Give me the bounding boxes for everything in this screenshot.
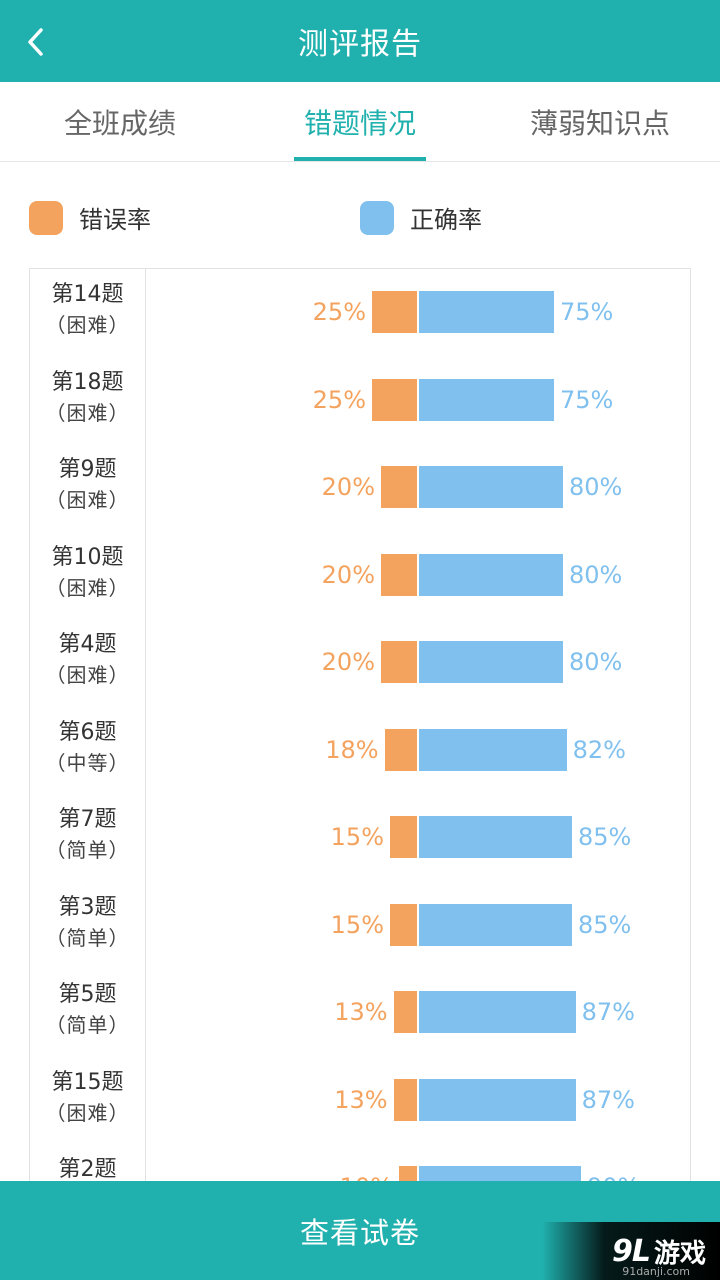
question-row: 第10题 （困难） 20% 80% bbox=[30, 532, 690, 619]
legend-label-right: 正确率 bbox=[410, 206, 482, 234]
right-rate-label: 80% bbox=[569, 648, 623, 676]
active-tab-indicator bbox=[294, 157, 426, 161]
app-screen: 测评报告 全班成绩 错题情况 薄弱知识点 错误率 正确率 第14题 （困难） 25%… bbox=[0, 0, 720, 1280]
right-rate-bar bbox=[419, 991, 576, 1033]
question-difficulty: （困难） bbox=[45, 1100, 130, 1125]
question-difficulty: （困难） bbox=[45, 663, 130, 687]
back-button[interactable] bbox=[14, 20, 58, 64]
right-rate-bar bbox=[419, 291, 554, 333]
right-rate-bar bbox=[419, 728, 567, 771]
question-row: 第14题 （困难） 25% 75% bbox=[30, 269, 690, 356]
wrong-rate-bar bbox=[381, 553, 417, 596]
right-rate-bar bbox=[419, 816, 572, 858]
right-rate-bar bbox=[419, 553, 563, 596]
tab-wrong-questions[interactable]: 错题情况 bbox=[240, 82, 480, 162]
legend-item-right: 正确率 bbox=[360, 200, 482, 235]
question-name: 第4题 bbox=[58, 632, 117, 657]
wrong-rate-bar bbox=[372, 291, 417, 333]
wrong-rate-label: 13% bbox=[334, 998, 388, 1026]
question-difficulty: （中等） bbox=[45, 750, 130, 775]
legend-label-wrong: 错误率 bbox=[79, 206, 151, 234]
wrong-rate-label: 25% bbox=[312, 385, 366, 414]
question-row: 第18题 （困难） 25% 75% bbox=[30, 357, 690, 444]
right-rate-label: 85% bbox=[578, 910, 632, 939]
question-row: 第4题 （困难） 20% 80% bbox=[30, 619, 690, 706]
wrong-rate-bar bbox=[381, 641, 417, 683]
wrong-rate-bar bbox=[390, 816, 417, 858]
question-name: 第15题 bbox=[51, 1069, 124, 1095]
tab-weak-points[interactable]: 薄弱知识点 bbox=[480, 82, 720, 162]
watermark-text: 游戏 bbox=[653, 1238, 706, 1269]
question-name: 第6题 bbox=[58, 719, 117, 745]
question-row: 第9题 （困难） 20% 80% bbox=[30, 444, 690, 531]
page-title: 测评报告 bbox=[298, 27, 422, 62]
right-rate-bar bbox=[419, 378, 554, 421]
wrong-rate-bar bbox=[393, 991, 417, 1033]
right-rate-label: 85% bbox=[578, 823, 632, 851]
right-rate-label: 75% bbox=[560, 298, 614, 326]
wrong-rate-bar bbox=[384, 728, 417, 771]
wrong-rate-label: 20% bbox=[321, 648, 375, 676]
wrong-rate-label: 20% bbox=[321, 473, 375, 501]
wrong-rate-bar bbox=[393, 1078, 417, 1121]
question-row: 第3题 （简单） 15% 85% bbox=[30, 882, 690, 969]
question-difficulty: （简单） bbox=[45, 925, 130, 950]
question-name: 第14题 bbox=[51, 282, 124, 307]
wrong-rate-bar bbox=[381, 466, 417, 508]
right-rate-label: 75% bbox=[560, 385, 614, 414]
right-rate-bar bbox=[419, 641, 563, 683]
question-name: 第5题 bbox=[58, 982, 117, 1007]
tab-bar: 全班成绩 错题情况 薄弱知识点 bbox=[0, 82, 720, 162]
wrong-rate-bar bbox=[372, 378, 417, 421]
chevron-left-icon bbox=[28, 28, 43, 56]
legend-swatch-wrong bbox=[29, 200, 63, 235]
right-rate-label: 87% bbox=[581, 998, 635, 1026]
question-name: 第7题 bbox=[58, 807, 117, 832]
question-difficulty: （困难） bbox=[45, 400, 130, 425]
view-paper-label: 查看试卷 bbox=[299, 1215, 420, 1250]
wrong-rate-label: 18% bbox=[325, 735, 379, 764]
question-difficulty: （困难） bbox=[45, 575, 130, 600]
right-rate-label: 82% bbox=[572, 735, 626, 764]
wrong-rate-label: 15% bbox=[330, 823, 384, 851]
wrong-rate-label: 20% bbox=[321, 560, 375, 589]
question-name: 第3题 bbox=[58, 894, 117, 920]
tab-class-scores[interactable]: 全班成绩 bbox=[0, 82, 240, 162]
wrong-rate-bar bbox=[390, 903, 417, 946]
wrong-rate-label: 15% bbox=[330, 910, 384, 939]
question-name: 第10题 bbox=[51, 544, 124, 570]
question-row: 第7题 （简单） 15% 85% bbox=[30, 794, 690, 881]
question-name: 第18题 bbox=[51, 369, 124, 395]
right-rate-label: 87% bbox=[581, 1085, 635, 1114]
top-bar: 测评报告 bbox=[0, 0, 720, 82]
question-difficulty: （简单） bbox=[45, 838, 130, 862]
question-table: 第14题 （困难） 25% 75% 第18题 （困难） 25% 75% 第9题 （困难） 20% 80… bbox=[29, 268, 691, 1208]
right-rate-bar bbox=[419, 903, 572, 946]
right-rate-label: 80% bbox=[569, 473, 623, 501]
legend-swatch-right bbox=[360, 200, 394, 235]
legend: 错误率 正确率 bbox=[0, 200, 720, 240]
question-difficulty: （困难） bbox=[45, 313, 130, 337]
question-name: 第9题 bbox=[58, 457, 117, 482]
question-difficulty: （简单） bbox=[45, 1013, 130, 1037]
wrong-rate-label: 13% bbox=[334, 1085, 388, 1114]
wrong-rate-label: 25% bbox=[312, 298, 366, 326]
watermark-logo-mark: 9L bbox=[611, 1233, 651, 1269]
legend-item-wrong: 错误率 bbox=[29, 200, 151, 235]
question-name: 第2题 bbox=[58, 1157, 117, 1182]
question-row: 第15题 （困难） 13% 87% bbox=[30, 1057, 690, 1144]
watermark-url: 91danji.com bbox=[622, 1265, 690, 1278]
right-rate-bar bbox=[419, 1078, 576, 1121]
watermark-logo: 9L 游戏 91danji.com bbox=[542, 1222, 720, 1280]
right-rate-bar bbox=[419, 466, 563, 508]
question-row: 第6题 （中等） 18% 82% bbox=[30, 707, 690, 794]
question-difficulty: （困难） bbox=[45, 488, 130, 512]
right-rate-label: 80% bbox=[569, 560, 623, 589]
question-row: 第5题 （简单） 13% 87% bbox=[30, 969, 690, 1056]
